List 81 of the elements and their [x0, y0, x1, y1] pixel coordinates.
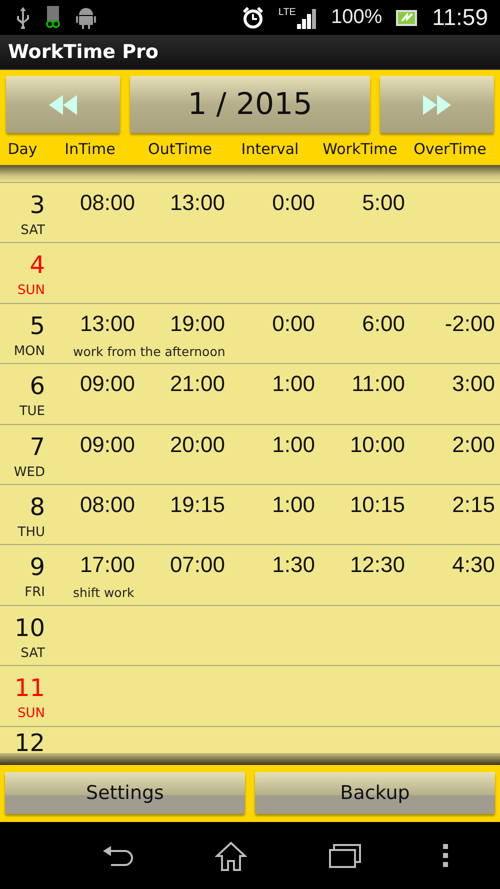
app-icon: [44, 6, 62, 30]
time-cell: 10:00: [350, 432, 405, 458]
day-number: 10: [14, 614, 45, 642]
time-cell: 2:15: [452, 492, 495, 518]
column-header: OutTime: [147, 140, 213, 158]
time-cell: 13:00: [170, 190, 225, 216]
day-number: 5: [30, 312, 45, 340]
time-cell: 09:00: [80, 371, 135, 398]
app-title: WorkTime Pro: [8, 41, 158, 63]
time-cell: 5:00: [362, 190, 405, 216]
time-cell: 1:00: [272, 492, 315, 518]
time-cell: 0:00: [272, 310, 315, 337]
time-cell: 20:00: [170, 432, 225, 458]
time-cell: 4:30: [452, 552, 495, 578]
alarm-icon: [242, 6, 264, 28]
weekday-label: WED: [14, 464, 45, 480]
day-note: work from the afternoon: [72, 344, 226, 359]
time-cell: 1:00: [272, 432, 315, 458]
month-picker-button[interactable]: 1 / 2015: [130, 76, 370, 133]
day-number: 3: [30, 191, 45, 219]
column-header: WorkTime: [322, 140, 398, 158]
time-cell: 09:00: [80, 432, 135, 458]
weekday-label: FRI: [24, 585, 45, 600]
weekday-label: SUN: [18, 283, 45, 298]
day-row[interactable]: 7 WED 09:00 20:00 1:00 10:00 2:00: [0, 424, 500, 485]
time-cell: 12:30: [350, 552, 405, 578]
weekday-label: SAT: [20, 646, 45, 661]
time-cell: 13:00: [80, 310, 135, 337]
usb-icon: [16, 6, 30, 28]
column-header: OverTime: [412, 140, 488, 158]
home-icon[interactable]: [215, 840, 247, 870]
time-cell: -2:00: [444, 310, 495, 337]
column-header: InTime: [64, 140, 116, 158]
time-cell: 1:00: [272, 371, 315, 398]
day-number: 8: [30, 492, 45, 521]
day-note: shift work: [72, 585, 136, 600]
time-cell: 0:00: [272, 190, 315, 216]
recent-apps-icon[interactable]: [329, 844, 361, 868]
android-icon: [76, 6, 96, 28]
clock: 11:59: [432, 4, 488, 31]
weekday-label: SUN: [18, 706, 45, 722]
day-row[interactable]: 9 FRI 17:00 07:00 1:30 12:30 4:30 shift work: [0, 545, 500, 606]
network-type: LTE: [278, 6, 296, 18]
day-number: 4: [30, 251, 45, 280]
time-cell: 21:00: [170, 371, 225, 398]
signal-icon: [296, 6, 317, 28]
time-cell: 11:00: [352, 371, 405, 398]
time-cell: 10:15: [350, 492, 405, 518]
footer-button[interactable]: Settings: [5, 772, 245, 814]
day-row[interactable]: 10 SAT: [0, 606, 500, 666]
time-cell: 6:00: [362, 310, 405, 337]
day-number: 11: [14, 674, 45, 702]
time-cell: 07:00: [170, 552, 225, 578]
time-cell: 19:15: [170, 492, 225, 518]
day-row[interactable]: 6 TUE 09:00 21:00 1:00 11:00 3:00: [0, 364, 500, 425]
time-cell: 3:00: [452, 371, 495, 398]
weekday-label: TUE: [19, 404, 45, 420]
time-cell: 19:00: [170, 310, 225, 337]
column-header: Day: [6, 140, 38, 158]
back-icon[interactable]: [101, 844, 133, 868]
rewind-icon: [49, 94, 77, 114]
day-number: 7: [30, 432, 45, 461]
day-number: 9: [30, 553, 45, 582]
day-row[interactable]: 5 MON 13:00 19:00 0:00 6:00 -2:00 work from the afternoon: [0, 304, 500, 364]
day-row[interactable]: 3 SAT 08:00 13:00 0:00 5:00: [0, 183, 500, 244]
time-cell: 17:00: [80, 552, 135, 578]
overflow-menu-icon[interactable]: [443, 844, 449, 868]
weekday-label: SAT: [20, 223, 45, 238]
battery-icon: [396, 8, 418, 26]
time-cell: 1:30: [272, 552, 315, 578]
time-cell: 08:00: [80, 492, 135, 518]
column-header: Interval: [240, 140, 300, 158]
weekday-label: THU: [18, 524, 45, 540]
time-cell: 08:00: [80, 190, 135, 216]
day-number: 6: [30, 372, 45, 400]
battery-percent: 100%: [330, 6, 382, 29]
footer-button[interactable]: Backup: [255, 772, 495, 814]
time-cell: 2:00: [452, 432, 495, 458]
weekday-label: MON: [14, 344, 45, 359]
day-row[interactable]: 8 THU 08:00 19:15 1:00 10:15 2:15: [0, 484, 500, 546]
fast-forward-icon: [423, 94, 451, 114]
